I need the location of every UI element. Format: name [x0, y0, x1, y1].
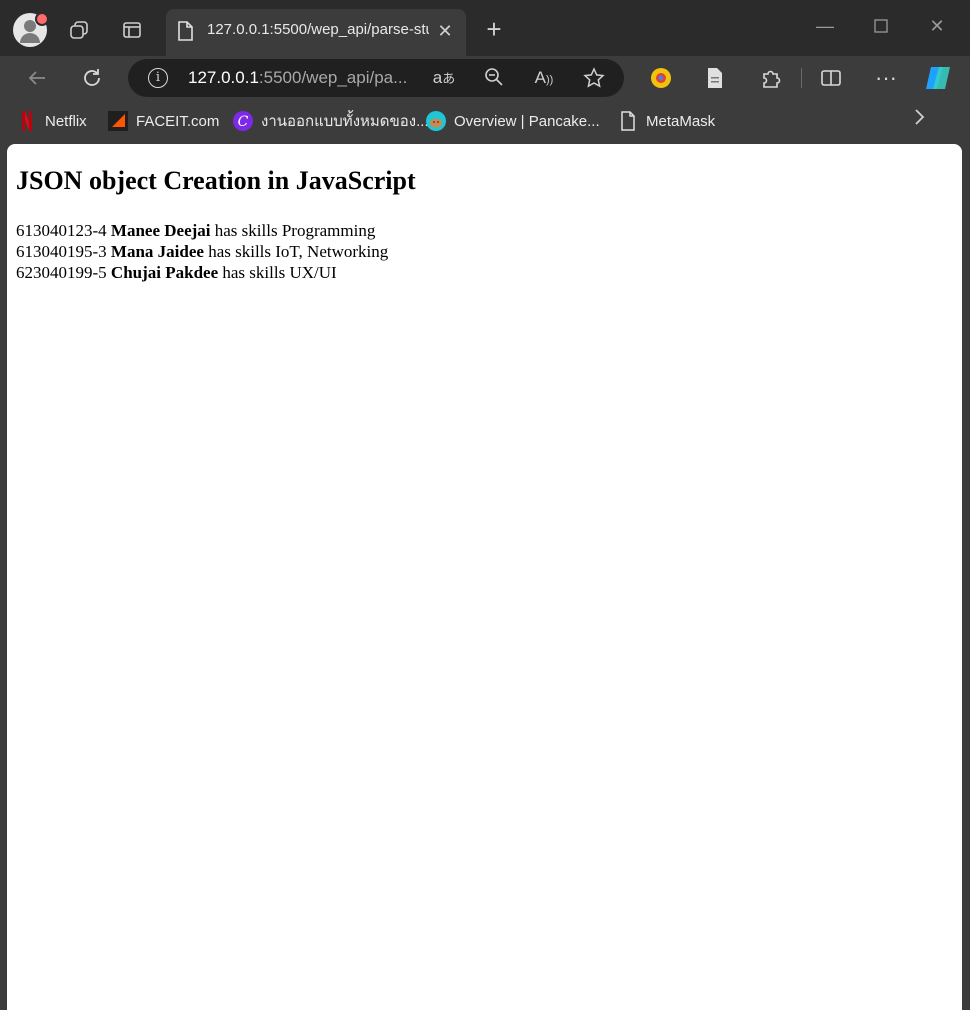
maximize-icon[interactable] — [866, 12, 896, 40]
profile-avatar-icon[interactable] — [13, 12, 49, 47]
student-name: Mana Jaidee — [110, 242, 204, 261]
netflix-icon — [17, 111, 37, 131]
student-name: Chujai Pakdee — [110, 263, 219, 282]
browser-window: 127.0.0.1:5500/wep_api/parse-stu ✕ + — ✕… — [0, 0, 970, 1010]
faceit-icon — [108, 111, 128, 131]
minimize-icon[interactable]: — — [810, 12, 840, 40]
new-tab-icon[interactable]: + — [480, 15, 508, 43]
student-line: 623040199-5 Chujai Pakdee has skills UX/… — [16, 263, 337, 282]
page-icon — [618, 111, 638, 131]
student-line: 613040123-4 Manee Deejai has skills Prog… — [16, 221, 376, 240]
page-content: JSON object Creation in JavaScript 61304… — [7, 144, 962, 1010]
vertical-tabs-icon[interactable] — [116, 14, 148, 46]
student-line: 613040195-3 Mana Jaidee has skills IoT, … — [16, 242, 389, 261]
page-heading: JSON object Creation in JavaScript — [16, 166, 416, 195]
document-extension-icon[interactable] — [699, 62, 731, 94]
translate-icon[interactable]: aあ — [432, 67, 456, 89]
toolbar: i 127.0.0.1:5500/wep_api/pa... aあ A)) ··… — [0, 56, 970, 100]
split-screen-icon[interactable] — [815, 62, 847, 94]
toolbar-divider — [801, 68, 802, 88]
extension-colorful-icon[interactable] — [645, 62, 677, 94]
bookmarks-bar: Netflix FACEIT.com C งานออกแบบทั้งหมดของ… — [0, 100, 970, 142]
site-info-icon[interactable]: i — [148, 68, 168, 88]
refresh-icon[interactable] — [76, 62, 108, 94]
bookmark-metamask[interactable]: MetaMask — [618, 110, 715, 132]
tab-title: 127.0.0.1:5500/wep_api/parse-stu — [207, 21, 429, 38]
zoom-out-icon[interactable] — [482, 67, 506, 89]
more-options-icon[interactable]: ··· — [870, 62, 902, 94]
pancakeswap-icon — [426, 111, 446, 131]
bookmark-faceit[interactable]: FACEIT.com — [108, 110, 219, 132]
address-bar[interactable]: i 127.0.0.1:5500/wep_api/pa... aあ A)) — [128, 59, 624, 97]
workspaces-icon[interactable] — [63, 14, 95, 46]
canva-icon: C — [233, 111, 253, 131]
address-url[interactable]: 127.0.0.1:5500/wep_api/pa... — [188, 68, 407, 88]
more-bookmarks-chevron-icon[interactable] — [912, 108, 926, 132]
student-name: Manee Deejai — [110, 221, 211, 240]
bookmark-canva[interactable]: C งานออกแบบทั้งหมดของ... — [233, 110, 429, 132]
copilot-icon[interactable] — [922, 62, 954, 94]
close-window-icon[interactable]: ✕ — [922, 12, 952, 40]
page-icon — [176, 20, 194, 47]
bookmark-netflix[interactable]: Netflix — [17, 110, 87, 132]
bookmark-pancakeswap[interactable]: Overview | Pancake... — [426, 110, 600, 132]
active-tab[interactable]: 127.0.0.1:5500/wep_api/parse-stu ✕ — [166, 9, 466, 56]
read-aloud-icon[interactable]: A)) — [532, 67, 556, 89]
title-bar: 127.0.0.1:5500/wep_api/parse-stu ✕ + — ✕ — [0, 0, 970, 56]
close-tab-icon[interactable]: ✕ — [434, 20, 456, 42]
extensions-puzzle-icon[interactable] — [755, 62, 787, 94]
favorite-star-icon[interactable] — [582, 67, 606, 89]
svg-text:C: C — [238, 114, 249, 130]
back-icon[interactable] — [21, 62, 53, 94]
student-list: 613040123-4 Manee Deejai has skills Prog… — [16, 220, 388, 283]
